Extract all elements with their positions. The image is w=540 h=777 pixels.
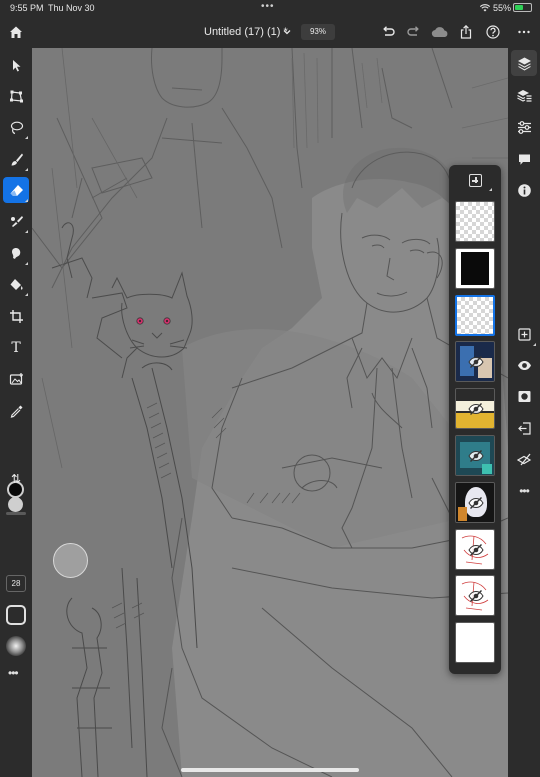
add-layer-button[interactable]: [511, 321, 537, 347]
hidden-layer-icon[interactable]: [468, 449, 484, 463]
crop-icon: [9, 309, 23, 323]
layers-panel: [449, 165, 501, 674]
lasso-tool[interactable]: [3, 114, 29, 140]
drawing-canvas[interactable]: [32, 48, 508, 777]
hidden-layer-icon[interactable]: [468, 589, 484, 603]
layer-thumbnail[interactable]: [455, 294, 495, 336]
add-layer-icon: [517, 327, 531, 341]
swap-icon: ⇅: [10, 472, 22, 486]
left-toolbar: T ⇅ 28 •••: [0, 48, 32, 777]
swap-colors-button[interactable]: ⇅: [3, 468, 29, 490]
comments-button[interactable]: [511, 146, 537, 172]
right-more-icon: •••: [519, 484, 530, 498]
layer-thumbnail[interactable]: [455, 435, 495, 476]
status-bar: 9:55 PM Thu Nov 30 ••• 55%: [0, 0, 540, 16]
clear-layer-icon: [516, 453, 531, 465]
import-button[interactable]: [511, 415, 537, 441]
right-more-button[interactable]: •••: [511, 478, 537, 504]
layer-thumbnail[interactable]: [455, 388, 495, 430]
hidden-layer-icon[interactable]: [468, 543, 484, 557]
add-layer-icon[interactable]: [469, 174, 482, 187]
crop-tool[interactable]: [3, 303, 29, 329]
mask-icon: [518, 390, 530, 402]
share-icon[interactable]: [459, 25, 473, 39]
help-icon[interactable]: [486, 25, 500, 39]
home-icon[interactable]: [8, 24, 24, 40]
place-image-icon: [9, 372, 23, 385]
visibility-icon: [517, 360, 531, 370]
select-icon: [12, 59, 20, 71]
eraser-icon: [10, 184, 23, 196]
smudge-tool[interactable]: [3, 208, 29, 234]
status-time: 9:55 PM: [10, 3, 44, 13]
redo-icon[interactable]: [407, 25, 421, 39]
brush-cursor: [53, 543, 88, 578]
more-icon[interactable]: [517, 25, 531, 39]
info-button[interactable]: [511, 177, 537, 203]
import-icon: [517, 421, 531, 435]
type-icon: T: [11, 340, 21, 356]
layer-properties-button[interactable]: [511, 82, 537, 108]
hidden-layer-icon[interactable]: [468, 402, 484, 416]
layers-button[interactable]: [511, 50, 537, 76]
wifi-icon: [480, 4, 490, 12]
adjustments-icon: [517, 120, 531, 134]
chevron-down-icon[interactable]: [283, 28, 291, 36]
visibility-button[interactable]: [511, 352, 537, 378]
layer-thumbnail[interactable]: [455, 575, 495, 617]
mask-button[interactable]: [511, 383, 537, 409]
layer-thumbnail[interactable]: [455, 622, 495, 664]
select-tool[interactable]: [3, 52, 29, 78]
battery-percent: 55%: [493, 3, 512, 13]
clear-layer-button[interactable]: [511, 446, 537, 472]
eyedropper-tool[interactable]: [3, 398, 29, 424]
home-indicator: [181, 768, 359, 772]
brush-softness-button[interactable]: [6, 636, 26, 656]
right-toolbar: •••: [508, 48, 540, 777]
brush-tool[interactable]: [3, 146, 29, 172]
hidden-layer-icon[interactable]: [468, 496, 484, 510]
document-title[interactable]: Untitled (17) (1) *: [204, 26, 288, 38]
transform-tool[interactable]: [3, 83, 29, 109]
transform-icon: [9, 90, 23, 102]
battery-icon: [513, 3, 532, 12]
lasso-icon: [10, 121, 23, 134]
info-icon: [517, 183, 531, 197]
brush-icon: [11, 153, 23, 165]
top-bar: Untitled (17) (1) * 93%: [0, 16, 540, 48]
zoom-level[interactable]: 93%: [301, 24, 335, 40]
brush-size-field[interactable]: 28: [6, 575, 26, 592]
layer-thumbnail[interactable]: [455, 247, 495, 289]
layer-thumbnail[interactable]: [455, 201, 495, 242]
left-more-icon[interactable]: •••: [8, 666, 19, 680]
undo-icon[interactable]: [381, 25, 395, 39]
multitask-dots[interactable]: •••: [261, 1, 275, 12]
layer-thumbnail[interactable]: [455, 528, 495, 570]
fill-icon: [10, 278, 23, 290]
brush-shape-button[interactable]: [6, 605, 26, 625]
artwork-sketch: [32, 48, 508, 777]
eyedropper-icon: [10, 405, 22, 418]
comments-icon: [518, 154, 530, 165]
background-color-swatch[interactable]: [8, 497, 23, 512]
liquify-icon: [11, 247, 20, 259]
adjustments-button[interactable]: [511, 114, 537, 140]
layer-thumbnail[interactable]: [455, 341, 495, 383]
toolbar-divider: [6, 512, 26, 515]
eraser-tool[interactable]: [3, 177, 29, 203]
smudge-icon: [10, 215, 23, 227]
fill-tool[interactable]: [3, 271, 29, 297]
type-tool[interactable]: T: [3, 335, 29, 361]
cloud-icon[interactable]: [431, 25, 449, 39]
liquify-tool[interactable]: [3, 240, 29, 266]
layer-thumbnail[interactable]: [455, 481, 495, 523]
add-layer-menu-indicator: [489, 188, 492, 191]
layer-properties-icon: [516, 89, 531, 102]
status-date: Thu Nov 30: [48, 3, 95, 13]
layers-icon: [517, 57, 531, 70]
place-image-tool[interactable]: [3, 366, 29, 392]
hidden-layer-icon[interactable]: [468, 355, 484, 369]
